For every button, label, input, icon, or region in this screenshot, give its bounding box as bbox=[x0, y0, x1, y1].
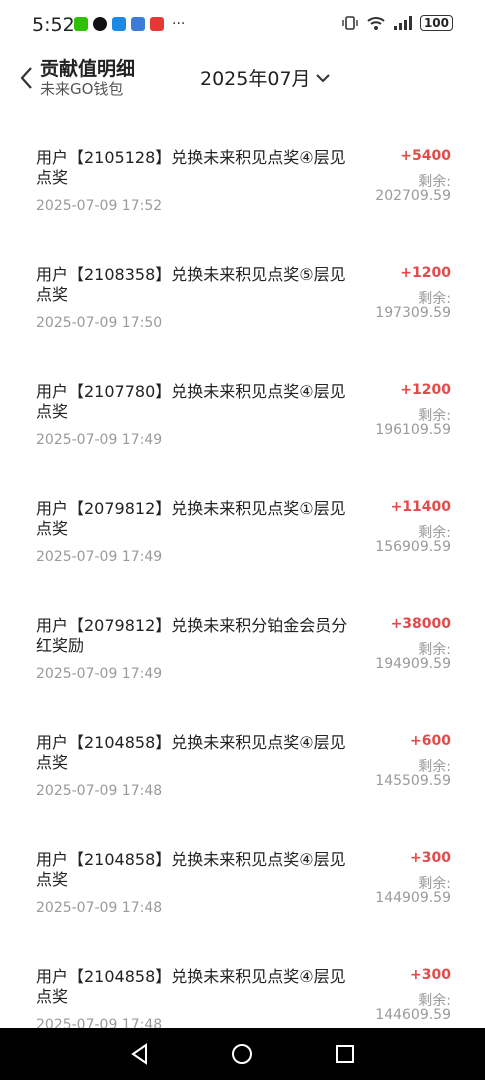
record-description: 用户【2079812】兑换未来积见点奖①层见点奖 bbox=[36, 499, 346, 538]
list-item: 用户【2104858】兑换未来积见点奖④层见点奖 2025-07-09 17:4… bbox=[0, 693, 485, 810]
list-item: 用户【2105128】兑换未来积见点奖④层见点奖 2025-07-09 17:5… bbox=[0, 108, 485, 225]
remaining-value: 202709.59 bbox=[375, 188, 451, 204]
nav-recents-icon[interactable] bbox=[333, 1042, 357, 1066]
game-icon bbox=[131, 17, 145, 31]
list-item: 用户【2108358】兑换未来积见点奖⑤层见点奖 2025-07-09 17:5… bbox=[0, 225, 485, 342]
remaining-value: 144909.59 bbox=[375, 890, 451, 906]
record-amount: +300 bbox=[410, 967, 451, 983]
record-description: 用户【2104858】兑换未来积见点奖④层见点奖 bbox=[36, 850, 346, 889]
page-subtitle: 未来GO钱包 bbox=[40, 80, 124, 98]
record-time: 2025-07-09 17:49 bbox=[36, 549, 163, 565]
qq-icon bbox=[93, 17, 107, 31]
record-amount: +300 bbox=[410, 850, 451, 866]
record-time: 2025-07-09 17:52 bbox=[36, 198, 163, 214]
record-time: 2025-07-09 17:50 bbox=[36, 315, 163, 331]
wifi-icon bbox=[367, 17, 385, 30]
record-description: 用户【2105128】兑换未来积见点奖④层见点奖 bbox=[36, 148, 346, 187]
nav-home-icon[interactable] bbox=[230, 1042, 254, 1066]
record-time: 2025-07-09 17:48 bbox=[36, 783, 163, 799]
system-icons: 100 bbox=[342, 15, 453, 31]
battery-icon: 100 bbox=[419, 15, 453, 31]
record-amount: +5400 bbox=[400, 148, 451, 164]
record-amount: +600 bbox=[410, 733, 451, 749]
notification-icons: ··· bbox=[74, 17, 185, 31]
system-nav-bar bbox=[0, 1028, 485, 1080]
record-description: 用户【2107780】兑换未来积见点奖④层见点奖 bbox=[36, 382, 346, 421]
record-description: 用户【2104858】兑换未来积见点奖④层见点奖 bbox=[36, 967, 346, 1006]
remaining-value: 197309.59 bbox=[375, 305, 451, 321]
contribution-list[interactable]: 用户【2105128】兑换未来积见点奖④层见点奖 2025-07-09 17:5… bbox=[0, 108, 485, 1028]
app-icon bbox=[112, 17, 126, 31]
record-amount: +38000 bbox=[390, 616, 451, 632]
list-item: 用户【2104858】兑换未来积见点奖④层见点奖 2025-07-09 17:4… bbox=[0, 810, 485, 927]
remaining-value: 194909.59 bbox=[375, 656, 451, 672]
remaining-value: 144609.59 bbox=[375, 1007, 451, 1023]
vibrate-icon bbox=[342, 16, 358, 30]
record-description: 用户【2108358】兑换未来积见点奖⑤层见点奖 bbox=[36, 265, 346, 304]
signal-icon bbox=[393, 16, 412, 30]
remaining-value: 145509.59 bbox=[375, 773, 451, 789]
wechat-icon bbox=[74, 17, 88, 31]
list-item: 用户【2107780】兑换未来积见点奖④层见点奖 2025-07-09 17:4… bbox=[0, 342, 485, 459]
record-description: 用户【2079812】兑换未来积分铂金会员分红奖励 bbox=[36, 616, 348, 655]
record-time: 2025-07-09 17:48 bbox=[36, 1017, 163, 1028]
nav-back-icon[interactable] bbox=[128, 1042, 152, 1066]
record-time: 2025-07-09 17:48 bbox=[36, 900, 163, 916]
page-title: 贡献值明细 bbox=[40, 58, 136, 80]
record-amount: +11400 bbox=[390, 499, 451, 515]
list-item: 用户【2079812】兑换未来积分铂金会员分红奖励 2025-07-09 17:… bbox=[0, 576, 485, 693]
record-amount: +1200 bbox=[400, 382, 451, 398]
remaining-value: 156909.59 bbox=[375, 539, 451, 555]
remaining-value: 196109.59 bbox=[375, 422, 451, 438]
status-time: 5:52 bbox=[32, 14, 75, 36]
record-time: 2025-07-09 17:49 bbox=[36, 432, 163, 448]
record-description: 用户【2104858】兑换未来积见点奖④层见点奖 bbox=[36, 733, 346, 772]
record-amount: +1200 bbox=[400, 265, 451, 281]
record-time: 2025-07-09 17:49 bbox=[36, 666, 163, 682]
list-item: 用户【2104858】兑换未来积见点奖④层见点奖 2025-07-09 17:4… bbox=[0, 927, 485, 1028]
chevron-down-icon bbox=[315, 73, 330, 82]
more-notifications: ··· bbox=[172, 16, 186, 32]
back-icon[interactable] bbox=[16, 64, 38, 92]
month-label: 2025年07月 bbox=[200, 68, 311, 90]
status-bar: 5:52 ··· 100 bbox=[0, 0, 485, 48]
month-selector[interactable]: 2025年07月 bbox=[200, 64, 331, 91]
mail-icon bbox=[150, 17, 164, 31]
list-item: 用户【2079812】兑换未来积见点奖①层见点奖 2025-07-09 17:4… bbox=[0, 459, 485, 576]
page-header: 贡献值明细 未来GO钱包 2025年07月 bbox=[0, 48, 485, 108]
